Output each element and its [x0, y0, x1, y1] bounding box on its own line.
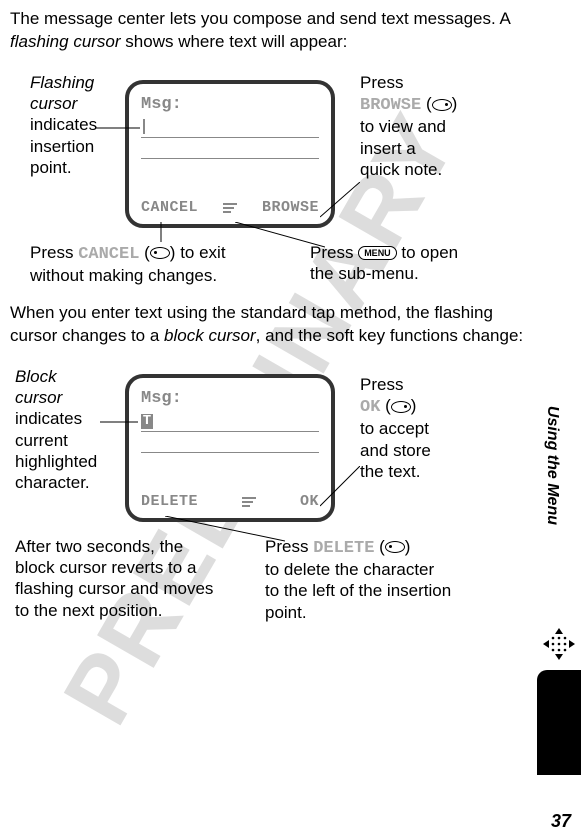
co-bc-l4: current — [15, 431, 68, 450]
callout-browse: Press BROWSE () to view and insert a qui… — [360, 72, 457, 180]
menu-key-icon: MENU — [358, 246, 397, 260]
right-softkey-icon — [432, 99, 452, 111]
co-fc-l2: cursor — [30, 94, 77, 113]
co-ca-p1: Press — [30, 243, 78, 262]
menu-icon — [223, 203, 237, 213]
callout-flashing-cursor: Flashing cursor indicates insertion poin… — [30, 72, 97, 178]
co-de-mono: DELETE — [313, 539, 374, 558]
softkey-row-2: DELETE OK — [129, 492, 331, 512]
left-softkey-icon-2 — [385, 541, 405, 553]
co-rv-l3: flashing cursor and moves — [15, 579, 213, 598]
softkey-browse: BROWSE — [262, 198, 319, 218]
callout-menu: Press MENU to open the sub-menu. — [310, 242, 458, 285]
co-ok-l2: OK — [360, 398, 380, 417]
co-de-l4: point. — [265, 603, 307, 622]
callout-cancel: Press CANCEL () to exit without making c… — [30, 242, 226, 287]
co-fc-l3: indicates — [30, 115, 97, 134]
msg-input-line4 — [141, 434, 319, 453]
co-rv-l4: to the next position. — [15, 601, 162, 620]
intro-text-1: The message center lets you compose and … — [10, 9, 510, 28]
co-me-p2: to open — [397, 243, 458, 262]
callout-revert: After two seconds, the block cursor reve… — [15, 536, 213, 621]
phone-screen-1: Msg: CANCEL BROWSE — [125, 80, 335, 228]
co-fc-l5: point. — [30, 158, 72, 177]
msg-label-1: Msg: — [141, 94, 319, 117]
page-content: The message center lets you compose and … — [0, 0, 581, 636]
co-de-p1: Press — [265, 537, 313, 556]
co-me-l2: the sub-menu. — [310, 264, 419, 283]
callout-block-cursor: Block cursor indicates current highlight… — [15, 366, 97, 494]
co-rv-l2: block cursor reverts to a — [15, 558, 196, 577]
mid-block-term: block cursor — [164, 326, 256, 345]
mid-p2: , and the soft key functions change: — [256, 326, 523, 345]
callout-ok: Press OK () to accept and store the text… — [360, 374, 431, 482]
co-de-l3: to the left of the insertion — [265, 581, 451, 600]
co-fc-l4: insertion — [30, 137, 94, 156]
co-ok-l5: the text. — [360, 462, 420, 481]
msg-input-line3: T — [141, 413, 319, 432]
flashing-cursor — [143, 119, 146, 134]
block-cursor: T — [141, 414, 153, 429]
co-ok-l1: Press — [360, 375, 403, 394]
msg-input-line1 — [141, 119, 319, 138]
softkey-row-1: CANCEL BROWSE — [129, 198, 331, 218]
intro-text-2: shows where text will appear: — [121, 32, 348, 51]
left-softkey-icon — [150, 247, 170, 259]
co-bc-l6: character. — [15, 473, 90, 492]
phone-screen-2: Msg: T DELETE OK — [125, 374, 335, 522]
right-softkey-icon-2 — [391, 401, 411, 413]
thumb-tab — [537, 670, 581, 775]
msg-label-2: Msg: — [141, 388, 319, 411]
co-ca-p2: to exit — [175, 243, 225, 262]
co-br-l3: to view and — [360, 117, 446, 136]
co-br-l1: Press — [360, 73, 403, 92]
callout-delete: Press DELETE () to delete the character … — [265, 536, 451, 623]
co-ok-l4: and store — [360, 441, 431, 460]
co-bc-l2: cursor — [15, 388, 62, 407]
page-number: 37 — [551, 811, 571, 832]
co-bc-l5: highlighted — [15, 452, 97, 471]
softkey-ok: OK — [300, 492, 319, 512]
msg-input-line2 — [141, 140, 319, 159]
co-bc-l1: Block — [15, 367, 57, 386]
mid-paragraph: When you enter text using the standard t… — [10, 302, 526, 348]
diagram-2: Msg: T DELETE OK Block cursor indicates … — [10, 366, 526, 636]
co-rv-l1: After two seconds, the — [15, 537, 183, 556]
co-me-p1: Press — [310, 243, 358, 262]
co-de-l2: to delete the character — [265, 560, 434, 579]
co-br-l2: BROWSE — [360, 96, 421, 115]
diagram-1: Msg: CANCEL BROWSE Flashing cursor indic… — [10, 72, 526, 302]
co-bc-l3: indicates — [15, 409, 82, 428]
intro-flashing-term: flashing cursor — [10, 32, 121, 51]
co-ca-l2: without making changes. — [30, 266, 217, 285]
co-ca-mono: CANCEL — [78, 245, 139, 264]
intro-paragraph: The message center lets you compose and … — [10, 8, 526, 54]
softkey-cancel: CANCEL — [141, 198, 198, 218]
co-fc-l1: Flashing — [30, 73, 94, 92]
co-br-l4: insert a — [360, 139, 416, 158]
co-ok-l3: to accept — [360, 419, 429, 438]
menu-icon-2 — [242, 497, 256, 507]
softkey-delete: DELETE — [141, 492, 198, 512]
co-br-l5: quick note. — [360, 160, 442, 179]
